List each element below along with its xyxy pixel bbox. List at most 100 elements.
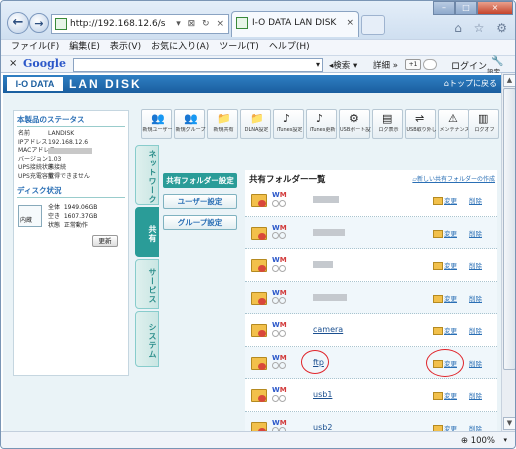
- vertical-scrollbar[interactable]: ▲ ▼: [501, 73, 515, 431]
- mac-share-icon: M: [279, 223, 287, 232]
- permission-icons: WM: [272, 256, 287, 272]
- folder-name-redacted[interactable]: [313, 228, 345, 236]
- tab-service[interactable]: サービス: [135, 259, 159, 309]
- shared-folder-settings-button[interactable]: 共有フォルダー設定: [163, 173, 237, 188]
- mac-share-icon: M: [279, 321, 287, 329]
- window-controls: – □ ×: [433, 1, 513, 15]
- tab-system[interactable]: システム: [135, 311, 159, 367]
- status-key: IPアドレス: [18, 138, 48, 146]
- log-button[interactable]: ▤ ログ表示: [372, 109, 403, 139]
- change-link[interactable]: 変更: [433, 260, 457, 270]
- logoff-button[interactable]: ▥ ログオフ: [468, 109, 499, 139]
- detail-button[interactable]: 詳細 »: [373, 59, 398, 71]
- scroll-thumb[interactable]: [503, 88, 515, 370]
- disk-value: 1949.06GB: [63, 204, 98, 211]
- delete-link[interactable]: 削除: [469, 390, 482, 400]
- new-shared-folder-link[interactable]: ▱新しい共有フォルダーの作成: [412, 174, 495, 183]
- menu-help[interactable]: ヘルプ(H): [269, 40, 310, 55]
- itunes-settings-button[interactable]: ♪ iTunes設定: [273, 109, 304, 139]
- home-star-gear-icons[interactable]: ⌂ ☆ ⚙: [454, 21, 511, 35]
- folder-name-link[interactable]: usb2: [313, 423, 332, 432]
- change-link[interactable]: 変更: [433, 325, 457, 335]
- tab-close-icon[interactable]: ×: [346, 12, 354, 34]
- close-button[interactable]: ×: [477, 1, 513, 15]
- change-link[interactable]: 変更: [433, 195, 457, 205]
- menu-favorites[interactable]: お気に入り(A): [151, 40, 209, 55]
- menu-tools[interactable]: ツール(T): [219, 40, 259, 55]
- usb-port-icon: ⚙: [349, 112, 359, 125]
- user-settings-button[interactable]: ユーザー設定: [163, 194, 237, 209]
- scroll-down-icon[interactable]: ▼: [503, 417, 515, 430]
- new-share-button[interactable]: 📁 新規共有: [207, 109, 238, 139]
- folder-name-redacted[interactable]: [313, 196, 339, 203]
- minimize-button[interactable]: –: [433, 1, 455, 15]
- folder-name-redacted[interactable]: [313, 293, 347, 301]
- tool-label: USBポート設定: [340, 127, 371, 133]
- maximize-button[interactable]: □: [455, 1, 477, 15]
- new-group-button[interactable]: 👥 新規グループ: [174, 109, 205, 139]
- new-tab-button[interactable]: [361, 15, 385, 35]
- delete-link[interactable]: 削除: [469, 260, 482, 270]
- group-settings-button[interactable]: グループ設定: [163, 215, 237, 230]
- delete-link[interactable]: 削除: [469, 325, 482, 335]
- maintenance-button[interactable]: ⚠ メンテナンス: [438, 109, 469, 139]
- address-bar[interactable]: http://192.168.12.6/s ▾ ⊠ ↻ ×: [51, 14, 229, 34]
- tab-share[interactable]: 共有: [135, 207, 159, 257]
- windows-share-icon: W: [272, 288, 280, 297]
- folder-name-link[interactable]: usb1: [313, 390, 332, 399]
- search-button[interactable]: ◂検索 ▾: [329, 59, 357, 71]
- back-button[interactable]: ←: [7, 12, 29, 34]
- tool-label: メンテナンス: [439, 127, 470, 133]
- tab-network[interactable]: ネットワーク: [135, 145, 159, 205]
- toolbar-close-icon[interactable]: ×: [9, 58, 17, 69]
- table-row: WM 変更 削除: [245, 184, 497, 217]
- menu-view[interactable]: 表示(V): [110, 40, 141, 55]
- folder-name-link[interactable]: camera: [313, 325, 343, 334]
- back-to-top-link[interactable]: ⌂トップに戻る: [444, 78, 497, 89]
- dlna-icon: 📁: [250, 112, 264, 125]
- new-user-button[interactable]: 👥 新規ユーザー: [141, 109, 172, 139]
- status-key: バージョン: [18, 155, 48, 163]
- address-tools-icons[interactable]: ▾ ⊠ ↻ ×: [176, 15, 226, 33]
- zoom-level: 100%: [470, 436, 495, 446]
- table-row: WM ftp 変更 削除: [245, 346, 497, 379]
- delete-link[interactable]: 削除: [469, 358, 482, 368]
- chevron-down-icon[interactable]: ▾: [503, 436, 507, 444]
- change-link[interactable]: 変更: [433, 423, 457, 432]
- change-link[interactable]: 変更: [433, 228, 457, 238]
- menu-edit[interactable]: 編集(E): [69, 40, 100, 55]
- forward-button[interactable]: →: [29, 13, 49, 33]
- chevron-down-icon[interactable]: ▾: [316, 59, 320, 71]
- status-value-redacted: [48, 147, 92, 156]
- delete-link[interactable]: 削除: [469, 293, 482, 303]
- itunes-update-button[interactable]: ♪ iTunes更新: [306, 109, 337, 139]
- delete-link[interactable]: 削除: [469, 228, 482, 238]
- zoom-control[interactable]: ⊕ 100%: [461, 436, 495, 446]
- highlight-circle: [301, 349, 329, 374]
- login-button[interactable]: ログイン: [451, 59, 487, 72]
- google-search-input[interactable]: ▾: [73, 58, 323, 72]
- change-link[interactable]: 変更: [433, 390, 457, 400]
- status-value: LANDISK: [48, 130, 75, 137]
- disk-values: 全体 1949.06GB 空き 1607.37GB 状態 正常動作: [48, 203, 97, 230]
- update-button[interactable]: 更新: [92, 235, 118, 247]
- mac-share-icon: M: [279, 288, 287, 297]
- toggle-pill[interactable]: [423, 59, 437, 70]
- mac-share-icon: M: [279, 256, 287, 264]
- browser-window: ← → http://192.168.12.6/s ▾ ⊠ ↻ × I-O DA…: [0, 0, 516, 449]
- status-row: MACアドレス: [18, 147, 128, 156]
- delete-link[interactable]: 削除: [469, 423, 482, 432]
- scroll-up-icon[interactable]: ▲: [503, 74, 515, 87]
- menu-file[interactable]: ファイル(F): [11, 40, 59, 55]
- usb-port-button[interactable]: ⚙ USBポート設定: [339, 109, 371, 139]
- folder-name-redacted[interactable]: [313, 261, 333, 268]
- option-icon: [272, 199, 279, 207]
- plus-one-button[interactable]: +1: [405, 59, 421, 70]
- delete-link[interactable]: 削除: [469, 195, 482, 205]
- tool-label: 新規グループ: [175, 127, 206, 133]
- highlight-circle: [426, 348, 464, 377]
- change-link[interactable]: 変更: [433, 293, 457, 303]
- dlna-button[interactable]: 📁 DLNA設定: [240, 109, 271, 139]
- usb-remove-button[interactable]: ⇌ USB取り外し: [405, 109, 437, 139]
- tab-landisk[interactable]: I-O DATA LAN DISK ×: [231, 11, 359, 37]
